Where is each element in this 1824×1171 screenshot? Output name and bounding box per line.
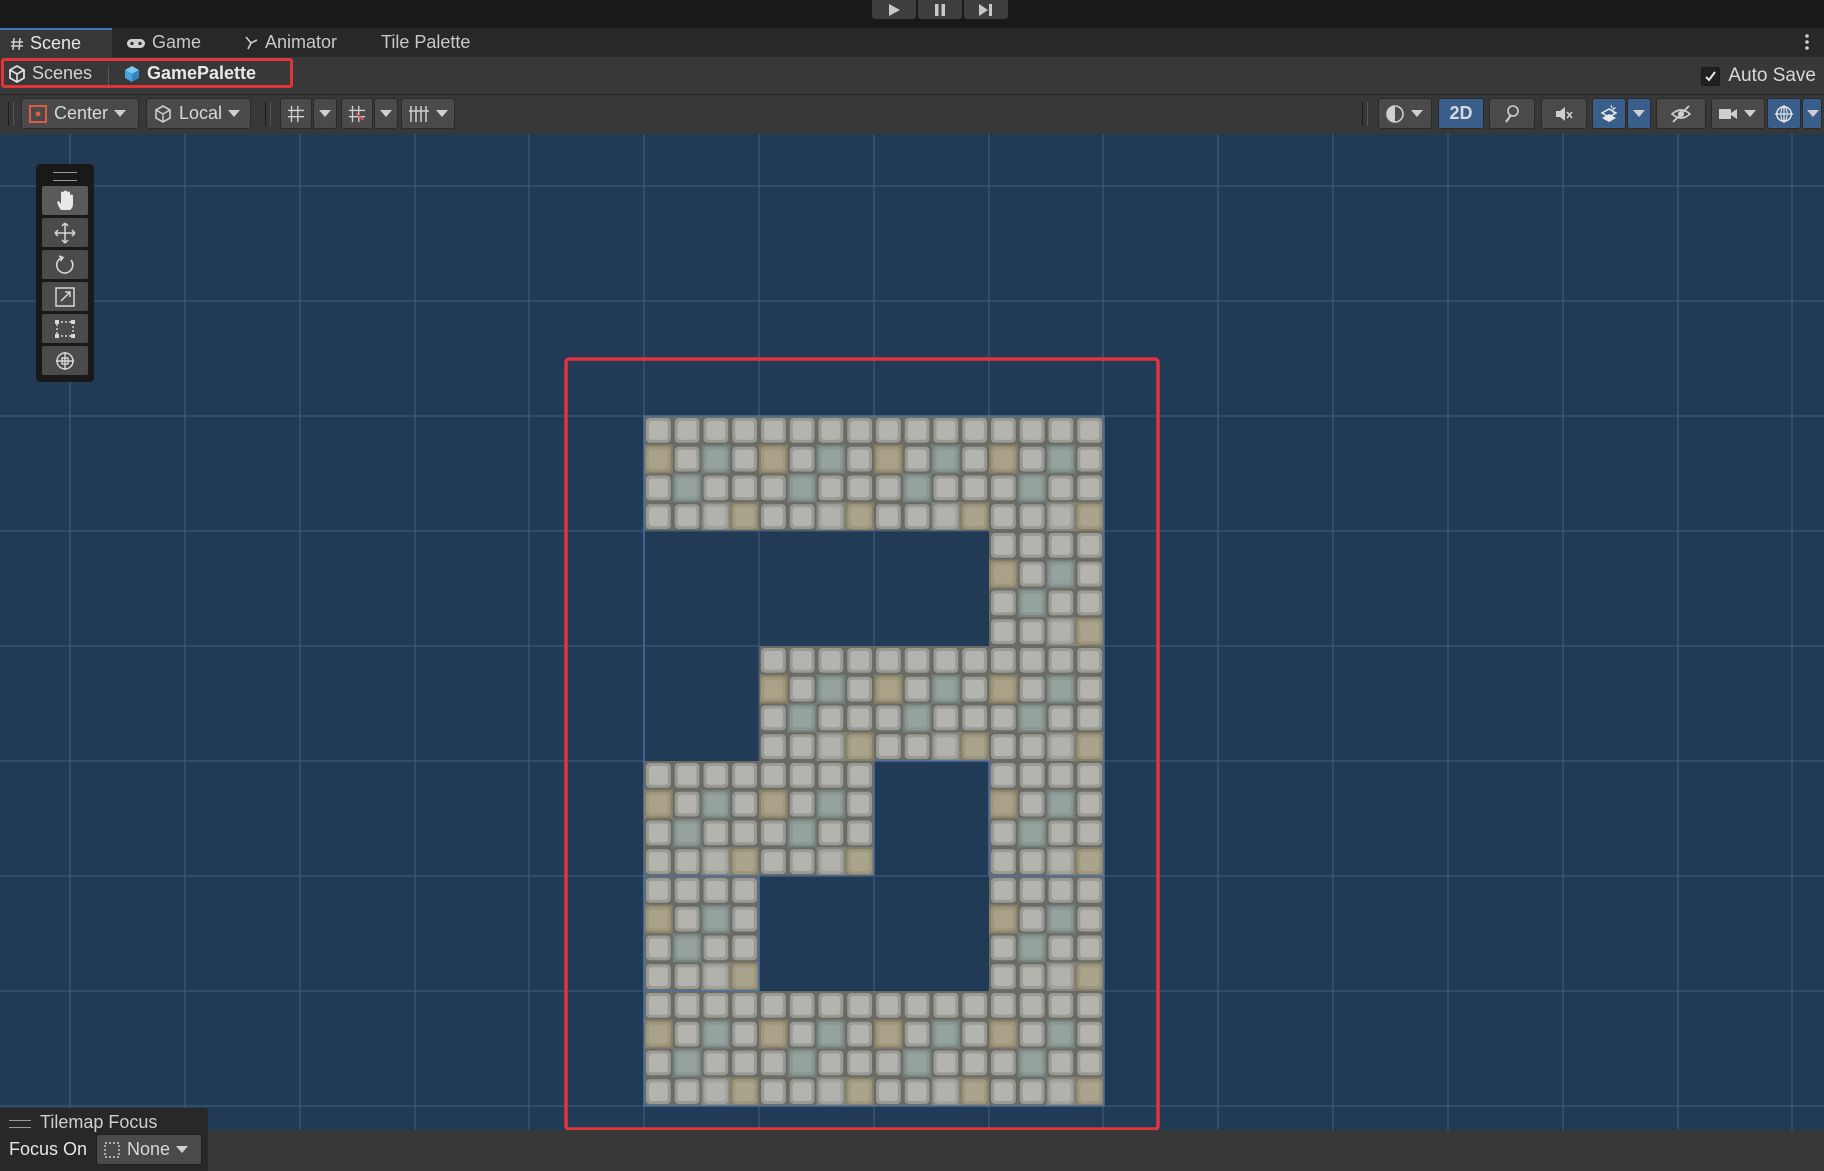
scale-icon — [55, 286, 75, 307]
highlight-box-breadcrumb — [1, 58, 293, 88]
scene-camera-dropdown[interactable] — [1711, 98, 1765, 129]
mode-2d-label: 2D — [1449, 103, 1473, 123]
increment-snap-dropdown[interactable] — [374, 98, 398, 129]
chevron-down-icon — [114, 110, 127, 117]
play-button[interactable] — [872, 0, 916, 19]
mute-icon — [1556, 106, 1573, 121]
tilemap-shape[interactable] — [643, 415, 1105, 1107]
hand-tool-button[interactable] — [42, 186, 88, 215]
mode-2d-toggle[interactable]: 2D — [1438, 98, 1484, 129]
gizmos-dropdown[interactable] — [1802, 98, 1822, 129]
tab-game[interactable]: Game — [126, 28, 201, 57]
tilemap-focus-overlay: Tilemap Focus Focus On None — [0, 1108, 208, 1171]
pivot-label: Center — [54, 103, 109, 123]
play-controls — [872, 0, 1008, 19]
move-icon — [54, 221, 76, 244]
grid-visibility-icon — [409, 105, 429, 122]
pivot-icon — [29, 104, 47, 123]
breadcrumb: Scenes GamePalette Auto Save — [0, 57, 1824, 95]
visibility-off-icon — [1670, 104, 1692, 123]
tilemap-focus-title: Tilemap Focus — [40, 1112, 158, 1132]
play-controls-bar — [0, 0, 1824, 28]
toolbar-grip — [1362, 102, 1368, 126]
transform-tool-button[interactable] — [42, 346, 88, 375]
chevron-down-icon — [436, 110, 448, 117]
grid-visibility-dropdown[interactable] — [401, 98, 455, 129]
chevron-down-icon — [1744, 110, 1756, 117]
move-tool-button[interactable] — [42, 218, 88, 247]
auto-save-checkbox[interactable] — [1701, 66, 1721, 86]
rect-tool-button[interactable] — [42, 314, 88, 343]
step-button[interactable] — [964, 0, 1008, 19]
chevron-down-icon — [1411, 110, 1423, 117]
scene-toolbar: Center Local 2D — [0, 95, 1824, 134]
transform-icon — [56, 351, 74, 370]
gamepad-icon — [127, 38, 145, 48]
lighting-icon — [1505, 104, 1519, 123]
toolbar-grip — [8, 102, 14, 126]
space-dropdown[interactable]: Local — [146, 98, 251, 129]
tab-scene[interactable]: Scene — [0, 28, 112, 57]
effects-dropdown[interactable] — [1627, 98, 1651, 129]
chevron-down-icon — [1807, 110, 1819, 117]
tab-tile-palette[interactable]: Tile Palette — [381, 28, 470, 57]
camera-icon — [1719, 108, 1737, 119]
hand-icon — [57, 190, 73, 210]
tab-animator[interactable]: Animator — [243, 28, 337, 57]
gizmos-icon — [1774, 104, 1794, 123]
chevron-down-icon — [176, 1146, 189, 1153]
effects-toggle[interactable] — [1592, 98, 1626, 129]
rect-transform-icon — [55, 319, 75, 338]
step-icon — [979, 3, 992, 16]
toolbar-grip — [265, 102, 271, 126]
more-options-icon[interactable] — [1804, 33, 1810, 56]
focus-on-value: None — [127, 1139, 171, 1159]
editor-tab-bar: Scene Game Animator Tile Palette — [0, 28, 1824, 57]
space-label: Local — [179, 103, 223, 123]
lighting-toggle[interactable] — [1489, 98, 1535, 129]
chevron-down-icon — [380, 110, 392, 117]
shading-mode-icon — [1386, 104, 1404, 123]
gizmos-toggle[interactable] — [1767, 98, 1801, 129]
grid-snap-icon — [287, 105, 305, 122]
tab-label: Scene — [30, 33, 82, 53]
grid-snap-button[interactable] — [280, 98, 312, 129]
focus-on-dropdown[interactable]: None — [96, 1134, 202, 1165]
chevron-down-icon — [228, 110, 241, 117]
increment-snap-icon — [348, 105, 366, 122]
tab-label: Tile Palette — [381, 32, 471, 52]
pause-icon — [935, 3, 945, 16]
grid-snap-dropdown[interactable] — [313, 98, 337, 129]
pause-button[interactable] — [918, 0, 962, 19]
rotate-icon — [56, 254, 74, 274]
play-icon — [889, 3, 900, 16]
check-icon — [1705, 70, 1717, 82]
chevron-down-icon — [1633, 110, 1645, 117]
scene-bottom-bar — [0, 1130, 1824, 1171]
hidden-objects-toggle[interactable] — [1656, 98, 1706, 129]
audio-toggle[interactable] — [1541, 98, 1587, 129]
overlay-handle[interactable] — [53, 172, 77, 181]
scene-tools-overlay — [36, 164, 94, 382]
increment-snap-button[interactable] — [341, 98, 373, 129]
pivot-dropdown[interactable]: Center — [21, 98, 139, 129]
focus-on-label: Focus On — [9, 1139, 88, 1159]
scene-viewport[interactable] — [0, 134, 1824, 1130]
local-space-icon — [155, 104, 171, 123]
tab-label: Game — [152, 32, 202, 52]
chevron-down-icon — [319, 110, 331, 117]
effects-icon — [1600, 104, 1618, 122]
draw-mode-dropdown[interactable] — [1378, 98, 1432, 129]
scale-tool-button[interactable] — [42, 282, 88, 311]
hash-icon — [11, 37, 23, 50]
tab-label: Animator — [265, 32, 338, 52]
auto-save-label: Auto Save — [1728, 65, 1816, 86]
selection-icon — [104, 1141, 120, 1158]
scene-canvas[interactable] — [0, 134, 1824, 1130]
rotate-tool-button[interactable] — [42, 250, 88, 279]
animator-icon — [245, 35, 258, 49]
auto-save-toggle[interactable]: Auto Save — [1701, 65, 1816, 87]
overlay-handle[interactable] — [9, 1120, 31, 1128]
